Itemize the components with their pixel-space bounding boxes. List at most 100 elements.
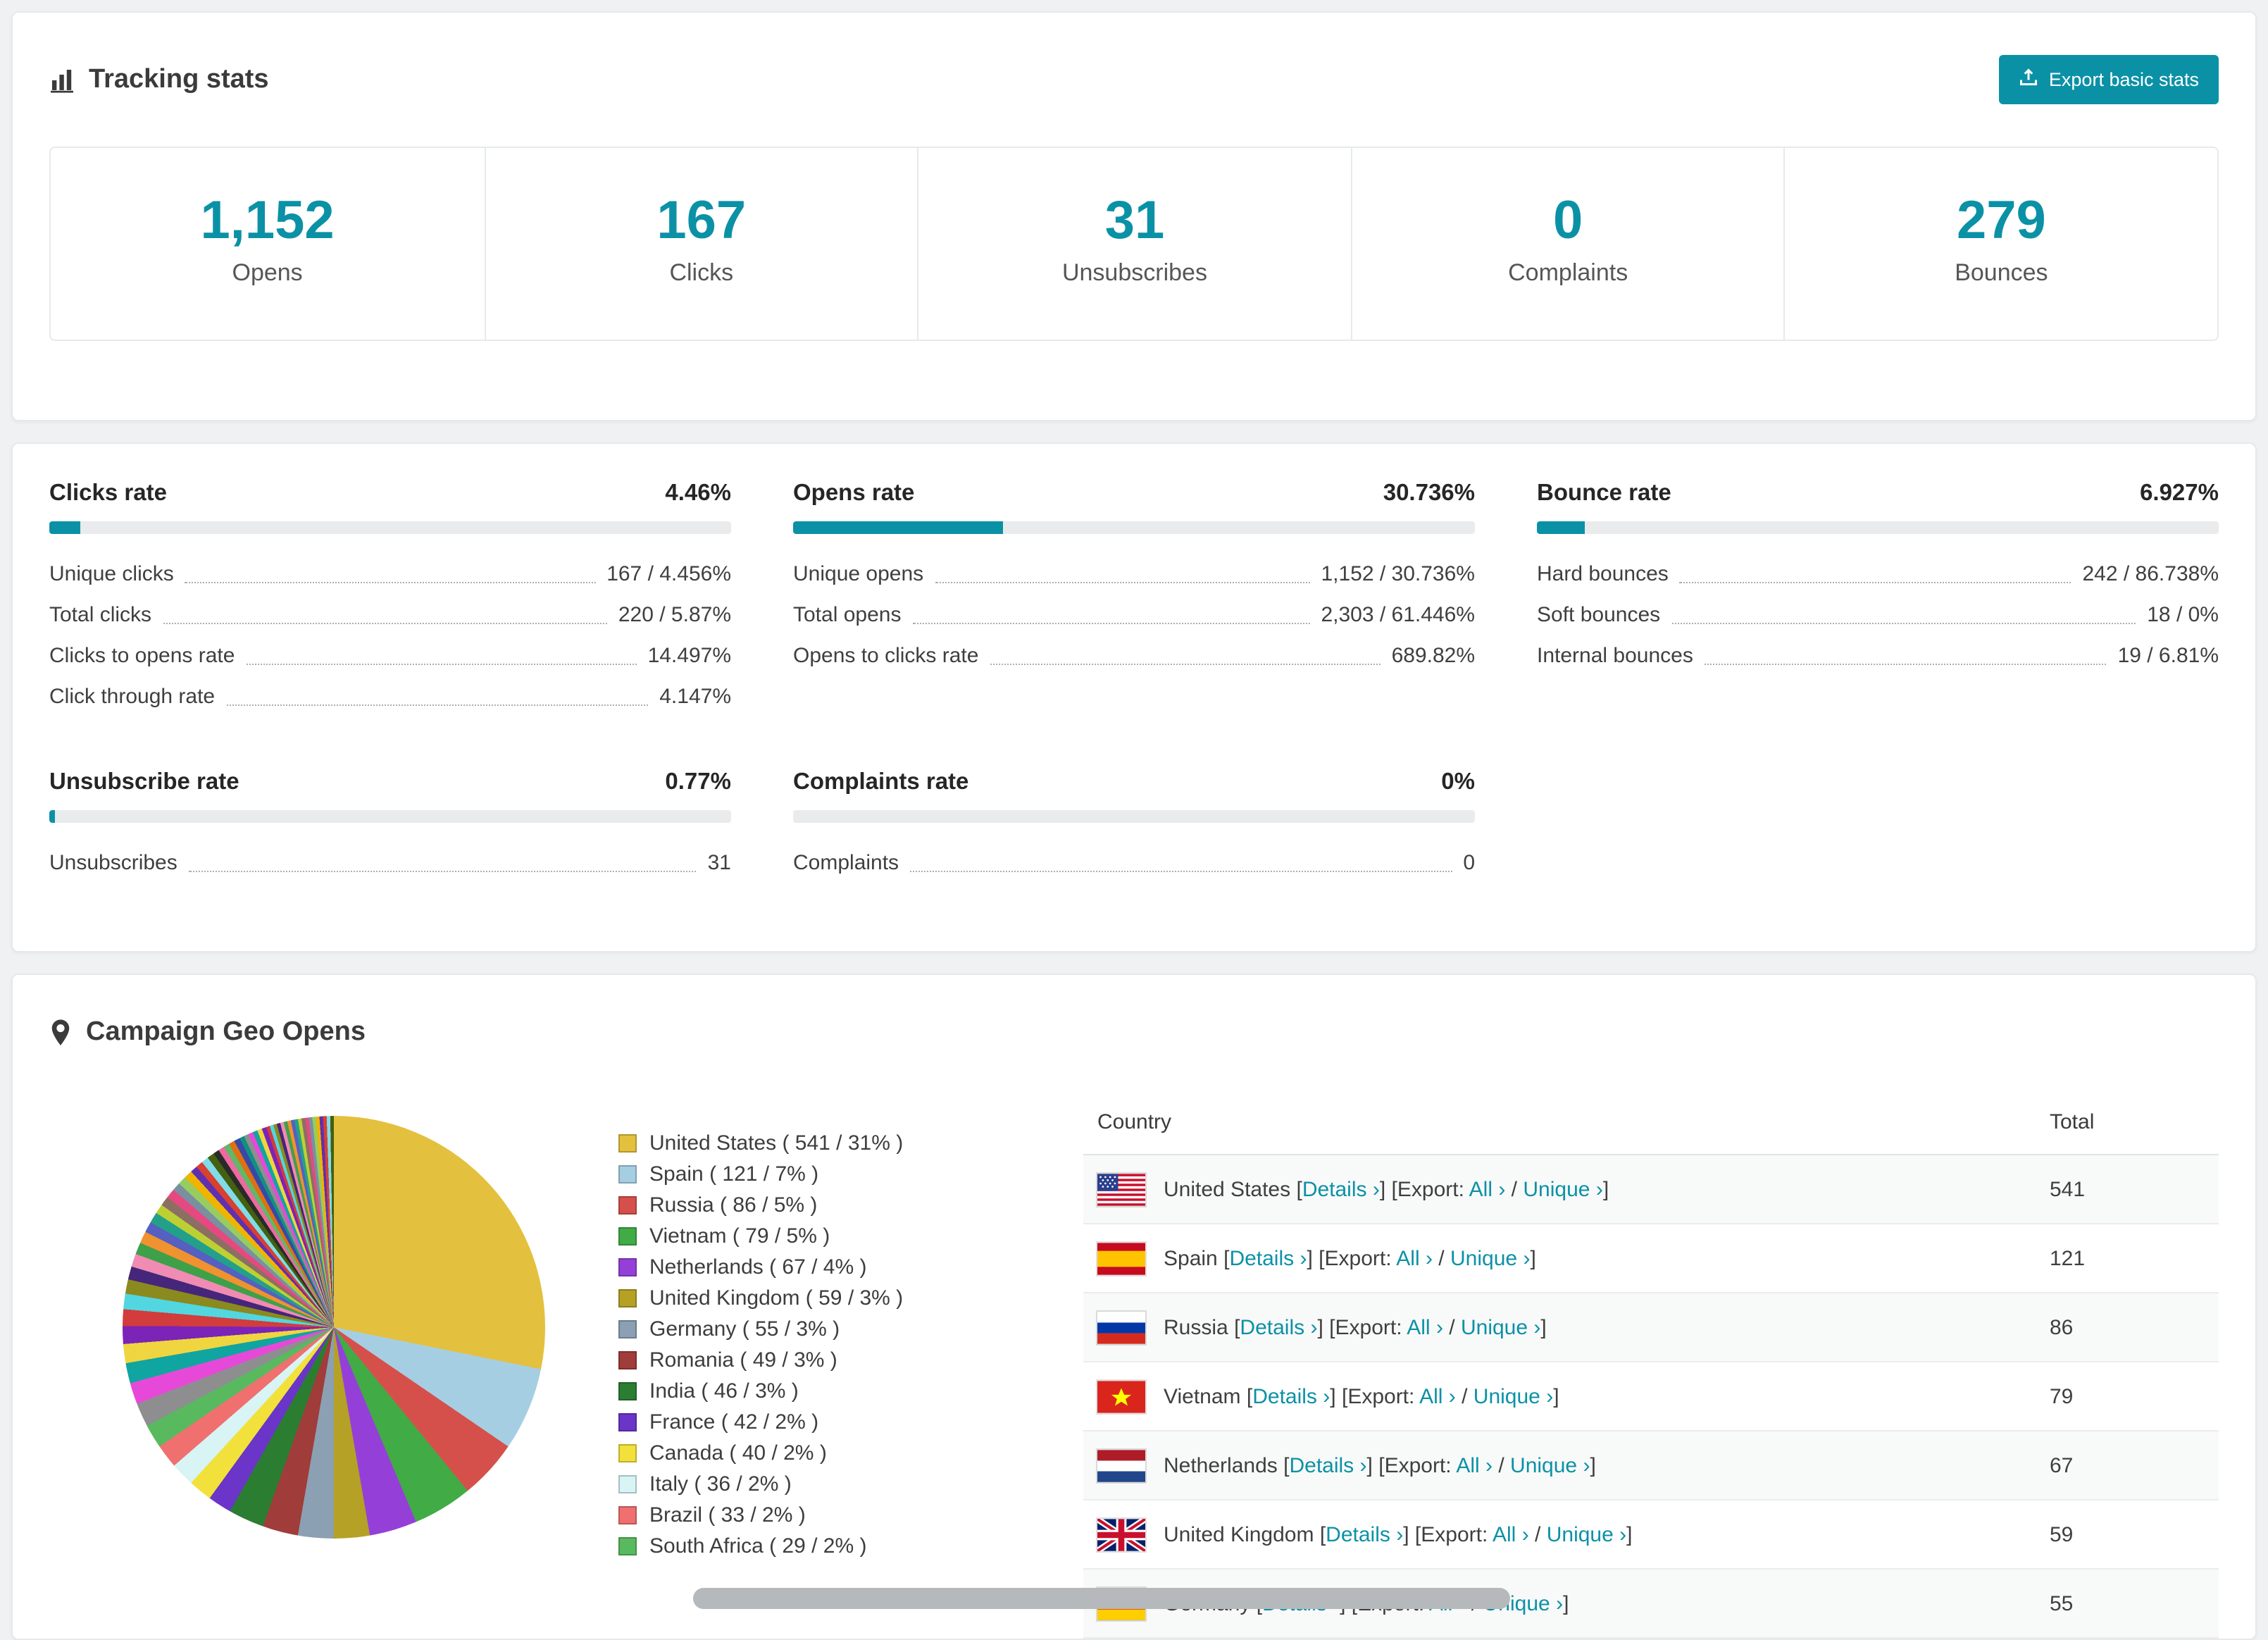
chevron-right-icon: ›: [1546, 1384, 1554, 1408]
rate-rows: Unique clicks 167 / 4.456% Total clicks …: [49, 554, 731, 717]
export-all-link[interactable]: All ›: [1396, 1246, 1433, 1270]
dotted-leader: [1671, 622, 2136, 623]
legend-item-netherlands: Netherlands ( 67 / 4% ): [618, 1251, 1083, 1282]
country-text: United States [Details ›] [Export: All ›…: [1164, 1177, 1609, 1201]
legend-swatch: [618, 1443, 637, 1462]
details-link[interactable]: Details ›: [1229, 1246, 1307, 1270]
export-unique-link[interactable]: Unique ›: [1510, 1453, 1590, 1477]
rate-stat-row: Unsubscribes 31: [49, 843, 731, 883]
rate-progress-fill: [1537, 521, 1585, 534]
legend-label: Vietnam ( 79 / 5% ): [649, 1224, 830, 1248]
chevron-right-icon: ›: [1583, 1453, 1590, 1477]
details-link[interactable]: Details ›: [1252, 1384, 1330, 1408]
export-basic-stats-button[interactable]: Export basic stats: [1999, 55, 2219, 104]
rate-percent: 0%: [1441, 769, 1475, 795]
rate-progress-fill: [49, 521, 80, 534]
export-all-link[interactable]: All ›: [1493, 1522, 1529, 1546]
details-link[interactable]: Details ›: [1289, 1453, 1366, 1477]
legend-item-india: India ( 46 / 3% ): [618, 1375, 1083, 1406]
export-unique-link[interactable]: Unique ›: [1450, 1246, 1530, 1270]
stat-value: 1,152: [200, 192, 335, 251]
rate-percent: 6.927%: [2140, 480, 2219, 506]
tracking-stats-title-text: Tracking stats: [89, 64, 269, 94]
rate-stat-label: Unsubscribes: [49, 850, 177, 874]
details-link[interactable]: Details ›: [1326, 1522, 1403, 1546]
chevron-right-icon: ›: [1595, 1177, 1603, 1201]
rate-block-complaints-rate: Complaints rate 0% Complaints 0: [793, 769, 1475, 883]
rate-stat-value: 2,303 / 61.446%: [1321, 602, 1475, 626]
geo-header: Campaign Geo Opens: [13, 975, 2255, 1068]
country-name: Netherlands: [1164, 1453, 1278, 1477]
legend-item-canada: Canada ( 40 / 2% ): [618, 1437, 1083, 1468]
export-all-link[interactable]: All ›: [1419, 1384, 1456, 1408]
rate-block-unsubscribe-rate: Unsubscribe rate 0.77% Unsubscribes 31: [49, 769, 731, 883]
stat-unsubscribes: 31 Unsubscribes: [917, 148, 1350, 340]
export-unique-link[interactable]: Unique ›: [1523, 1177, 1602, 1201]
rate-title: Complaints rate: [793, 769, 969, 795]
rates-card: Clicks rate 4.46% Unique clicks 167 / 4.…: [11, 442, 2257, 952]
legend-label: Russia ( 86 / 5% ): [649, 1193, 818, 1217]
export-all-link[interactable]: All ›: [1456, 1453, 1493, 1477]
country-cell: Vietnam [Details ›] [Export: All › / Uni…: [1097, 1380, 2021, 1412]
rate-rows: Hard bounces 242 / 86.738% Soft bounces …: [1537, 554, 2219, 676]
legend-label: Canada ( 40 / 2% ): [649, 1441, 827, 1465]
geo-table-row-vietnam: Vietnam [Details ›] [Export: All › / Uni…: [1083, 1362, 2219, 1431]
rate-title: Unsubscribe rate: [49, 769, 239, 795]
geo-table-wrap: Country Total United States [Details ›] …: [1083, 1091, 2219, 1639]
rate-progress-track: [49, 521, 731, 534]
rate-stat-label: Opens to clicks rate: [793, 643, 979, 667]
export-basic-stats-label: Export basic stats: [2048, 69, 2199, 90]
horizontal-scrollbar-thumb[interactable]: [693, 1588, 1510, 1609]
legend-item-south-africa: South Africa ( 29 / 2% ): [618, 1530, 1083, 1561]
export-unique-link[interactable]: Unique ›: [1461, 1315, 1540, 1339]
flag-nl-icon: [1097, 1449, 1145, 1481]
rate-rows: Unsubscribes 31: [49, 843, 731, 883]
rate-stat-row: Unique clicks 167 / 4.456%: [49, 554, 731, 595]
export-unique-link[interactable]: Unique ›: [1473, 1384, 1553, 1408]
bracket: [: [1223, 1246, 1230, 1270]
details-link[interactable]: Details ›: [1240, 1315, 1317, 1339]
flag-es-icon: [1097, 1242, 1145, 1274]
chevron-right-icon: ›: [1425, 1246, 1433, 1270]
geo-pie-chart: [123, 1116, 545, 1539]
page: Tracking stats Export basic stats 1,152 …: [0, 0, 2268, 1640]
rate-title: Bounce rate: [1537, 480, 1671, 506]
country-cell: Netherlands [Details ›] [Export: All › /…: [1097, 1449, 2021, 1481]
legend-swatch: [618, 1195, 637, 1214]
export-unique-link[interactable]: Unique ›: [1547, 1522, 1626, 1546]
chevron-right-icon: ›: [1323, 1384, 1331, 1408]
rate-stat-label: Unique opens: [793, 561, 924, 585]
export-all-link[interactable]: All ›: [1469, 1177, 1506, 1201]
rate-stat-row: Complaints 0: [793, 843, 1475, 883]
rate-stat-row: Total clicks 220 / 5.87%: [49, 595, 731, 635]
rate-title: Opens rate: [793, 480, 915, 506]
rate-stat-row: Clicks to opens rate 14.497%: [49, 635, 731, 676]
flag-ru-icon: [1097, 1311, 1145, 1343]
geo-legend: United States ( 541 / 31% ) Spain ( 121 /…: [618, 1091, 1083, 1561]
dotted-leader: [912, 622, 1310, 623]
rate-stat-label: Total clicks: [49, 602, 152, 626]
rate-stat-label: Clicks to opens rate: [49, 643, 235, 667]
stats-summary: 1,152 Opens 167 Clicks 31 Unsubscribes 0…: [49, 147, 2219, 341]
rate-header: Clicks rate 4.46%: [49, 480, 731, 507]
dotted-leader: [910, 870, 1452, 871]
country-text: United Kingdom [Details ›] [Export: All …: [1164, 1522, 1633, 1546]
country-total: 59: [2036, 1500, 2219, 1570]
rate-stat-label: Internal bounces: [1537, 643, 1693, 667]
dotted-leader: [246, 663, 637, 664]
country-text: Spain [Details ›] [Export: All › / Uniqu…: [1164, 1246, 1536, 1270]
country-cell: Russia [Details ›] [Export: All › / Uniq…: [1097, 1311, 2021, 1343]
rate-stat-row: Internal bounces 19 / 6.81%: [1537, 635, 2219, 676]
flag-vn-icon: [1097, 1380, 1145, 1412]
export-label: Export:: [1347, 1384, 1415, 1408]
rate-stat-row: Click through rate 4.147%: [49, 676, 731, 717]
rate-rows: Complaints 0: [793, 843, 1475, 883]
legend-label: Germany ( 55 / 3% ): [649, 1317, 840, 1341]
legend-item-brazil: Brazil ( 33 / 2% ): [618, 1499, 1083, 1530]
tracking-stats-title: Tracking stats: [49, 64, 269, 95]
geo-table-row-russia: Russia [Details ›] [Export: All › / Uniq…: [1083, 1293, 2219, 1362]
export-all-link[interactable]: All ›: [1407, 1315, 1443, 1339]
rate-header: Bounce rate 6.927%: [1537, 480, 2219, 507]
details-link[interactable]: Details ›: [1302, 1177, 1380, 1201]
legend-item-united-kingdom: United Kingdom ( 59 / 3% ): [618, 1282, 1083, 1313]
